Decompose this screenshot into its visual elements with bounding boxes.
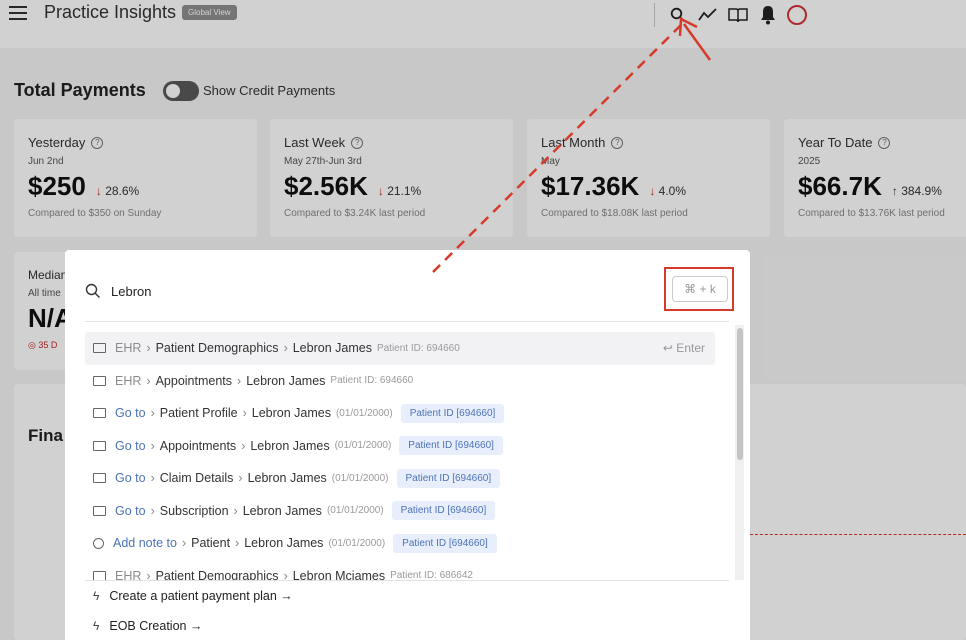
chevron-right-icon: ›	[233, 503, 238, 518]
patient-id-badge: Patient ID [694660]	[396, 468, 501, 488]
chevron-right-icon: ›	[150, 503, 155, 518]
window-icon	[93, 343, 106, 354]
result-path-segment: Patient Demographics	[155, 341, 279, 356]
search-result-row[interactable]: Go to › Subscription › Lebron James (01/01/20…	[85, 495, 715, 528]
chevron-right-icon: ›	[146, 568, 151, 580]
search-results: EHR › Patient Demographics › Lebron James Pat…	[85, 332, 715, 580]
result-path-segment: Claim Details	[159, 471, 234, 486]
chevron-right-icon: ›	[241, 438, 246, 453]
result-source: Go to	[115, 503, 146, 518]
search-input[interactable]	[111, 281, 511, 301]
result-meta: (01/01/2000)	[334, 440, 392, 452]
chevron-right-icon: ›	[283, 568, 288, 580]
window-icon	[93, 505, 106, 516]
window-icon	[93, 473, 106, 484]
result-path-segment: Lebron Mciames	[292, 568, 386, 580]
quick-action-item[interactable]: ϟ Create a patient payment plan →	[85, 581, 729, 611]
window-icon	[93, 375, 106, 386]
patient-id-badge: Patient ID [694660]	[399, 436, 503, 456]
result-path-segment: Lebron James	[244, 536, 324, 551]
quick-action-label: Create a patient payment plan →	[109, 589, 293, 603]
shortcut-hint: ⌘ + k	[672, 276, 728, 302]
result-path-segment: Patient Demographics	[155, 568, 279, 580]
result-path-segment: Lebron James	[242, 503, 322, 518]
result-source: EHR	[115, 568, 142, 580]
enter-hint: ↩ Enter	[662, 341, 705, 356]
note-icon	[93, 537, 104, 549]
shortcut-highlight: ⌘ + k	[664, 267, 734, 311]
chevron-right-icon: ›	[150, 471, 155, 486]
quick-action-label: EOB Creation →	[109, 619, 203, 633]
window-icon	[93, 440, 106, 451]
result-path-segment: Lebron James	[250, 438, 330, 453]
result-meta: (01/01/2000)	[326, 505, 384, 517]
search-result-row[interactable]: EHR › Patient Demographics › Lebron James Pat…	[85, 332, 715, 365]
bolt-icon: ϟ	[93, 589, 100, 603]
chevron-right-icon: ›	[283, 341, 288, 356]
quick-actions: ϟ Create a patient payment plan → ϟ EOB Cre…	[85, 580, 729, 640]
result-path-segment: Patient	[191, 536, 231, 551]
result-path-segment: Lebron James	[251, 406, 331, 421]
window-icon	[93, 570, 106, 580]
result-path-segment: Lebron James	[247, 471, 327, 486]
quick-action-item[interactable]: ϟ EOB Creation →	[85, 611, 729, 640]
search-result-row[interactable]: EHR › Patient Demographics › Lebron Mciames P…	[85, 560, 715, 580]
result-path-segment: Appointments	[155, 373, 233, 388]
result-source: Go to	[115, 471, 146, 486]
search-icon	[85, 283, 100, 298]
result-meta: (01/01/2000)	[335, 407, 393, 419]
result-path-segment: Appointments	[159, 438, 237, 453]
search-result-row[interactable]: Go to › Appointments › Lebron James (01/01/20…	[85, 430, 715, 463]
result-path-segment: Lebron James	[246, 373, 326, 388]
command-palette: ⌘ + k EHR › Patient Demographics › Lebron Ja…	[65, 250, 750, 640]
search-result-row[interactable]: EHR › Appointments › Lebron James Patient ID:…	[85, 365, 715, 398]
scrollbar-thumb[interactable]	[737, 328, 743, 460]
result-source: EHR	[115, 341, 142, 356]
patient-id-badge: Patient ID [694660]	[393, 533, 497, 553]
chevron-right-icon: ›	[181, 536, 187, 551]
result-source: Add note to	[113, 536, 177, 551]
window-icon	[93, 408, 106, 419]
chevron-right-icon: ›	[146, 341, 151, 356]
result-source: Go to	[115, 438, 146, 453]
chevron-right-icon: ›	[242, 406, 247, 421]
patient-id-badge: Patient ID [694660]	[391, 501, 496, 521]
chevron-right-icon: ›	[237, 373, 242, 388]
chevron-right-icon: ›	[146, 373, 151, 388]
search-result-row[interactable]: Go to › Patient Profile › Lebron James (01/01…	[85, 397, 715, 430]
result-meta: Patient ID: 686642	[390, 570, 473, 580]
result-source: EHR	[115, 373, 142, 388]
search-result-row[interactable]: Go to › Claim Details › Lebron James (01/01/2…	[85, 462, 715, 495]
chevron-right-icon: ›	[238, 471, 243, 486]
result-meta: (01/01/2000)	[328, 537, 386, 549]
result-source: Go to	[115, 406, 146, 421]
patient-id-badge: Patient ID [694660]	[400, 403, 505, 423]
result-path-segment: Subscription	[159, 503, 229, 518]
result-meta: (01/01/2000)	[331, 472, 389, 484]
search-row	[85, 270, 729, 322]
chevron-right-icon: ›	[235, 536, 240, 551]
result-meta: Patient ID: 694660	[376, 342, 460, 354]
chevron-right-icon: ›	[150, 438, 155, 453]
bolt-icon: ϟ	[93, 619, 100, 633]
result-path-segment: Patient Profile	[159, 406, 238, 421]
search-result-row[interactable]: Add note to › Patient › Lebron James (01/01/2…	[85, 527, 715, 560]
result-path-segment: Lebron James	[292, 341, 372, 356]
chevron-right-icon: ›	[150, 406, 155, 421]
result-meta: Patient ID: 694660	[330, 375, 414, 387]
